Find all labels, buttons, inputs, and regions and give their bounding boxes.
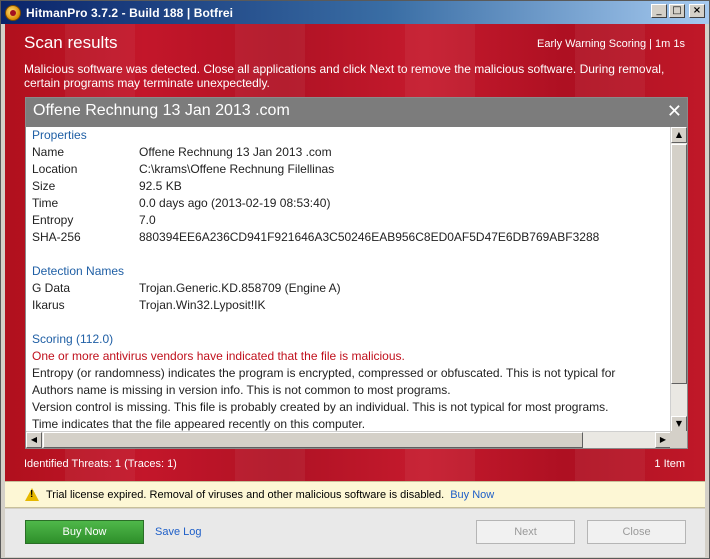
scroll-right-icon[interactable]: ▶	[655, 432, 671, 448]
property-value: 880394EE6A236CD941F921646A3C50246EAB956C…	[139, 230, 600, 244]
maximize-button[interactable]: □	[669, 4, 685, 18]
window-controls: _ □ ×	[651, 4, 705, 18]
scoring-line: Entropy (or randomness) indicates the pr…	[32, 366, 616, 380]
scroll-up-icon[interactable]: ▲	[671, 127, 687, 143]
property-key: SHA-256	[32, 230, 81, 244]
close-icon[interactable]: ✕	[667, 101, 682, 122]
license-infobar: Trial license expired. Removal of viruse…	[5, 481, 705, 508]
vertical-scrollbar[interactable]: ▲ ▼	[670, 127, 687, 432]
window-close-button[interactable]: ×	[689, 4, 705, 18]
hitmanpro-logo-icon	[5, 4, 21, 21]
properties-heading: Properties	[32, 128, 87, 142]
threat-count: Identified Threats: 1 (Traces: 1)	[24, 458, 177, 470]
details-panel: Offene Rechnung 13 Jan 2013 .com ✕ Prope…	[25, 97, 688, 449]
property-row: Size 92.5 KB	[32, 178, 671, 195]
property-value: C:\krams\Offene Rechnung Filellinas	[139, 162, 335, 176]
scan-info: Early Warning Scoring | 1m 1s	[537, 38, 685, 50]
property-row: Time 0.0 days ago (2013-02-19 08:53:40)	[32, 195, 671, 212]
vertical-scroll-thumb[interactable]	[671, 144, 687, 384]
buy-now-link[interactable]: Buy Now	[450, 489, 494, 501]
property-value: Offene Rechnung 13 Jan 2013 .com	[139, 145, 332, 159]
panel-title: Offene Rechnung 13 Jan 2013 .com	[33, 102, 290, 119]
property-row: Location C:\krams\Offene Rechnung Filelli…	[32, 161, 671, 178]
property-key: Size	[32, 179, 56, 193]
item-count: 1 Item	[654, 458, 685, 470]
hitmanpro-window: HitmanPro 3.7.2 - Build 188 | Botfrei _ …	[0, 0, 710, 559]
save-log-link[interactable]: Save Log	[155, 526, 201, 538]
property-row: SHA-256 880394EE6A236CD941F921646A3C50246…	[32, 229, 671, 246]
property-key: Entropy	[32, 213, 74, 227]
property-key: Location	[32, 162, 78, 176]
scoring-line: Authors name is missing in version info.…	[32, 383, 451, 397]
property-value: 7.0	[139, 213, 156, 227]
scroll-left-icon[interactable]: ◀	[26, 432, 42, 448]
scoring-heading: Scoring (112.0)	[32, 332, 114, 346]
detection-row: G Data Trojan.Generic.KD.858709 (Engine A…	[32, 280, 671, 297]
detection-name: Trojan.Generic.KD.858709 (Engine A)	[139, 281, 341, 295]
malware-warning: Malicious software was detected. Close a…	[24, 62, 665, 90]
property-row: Name Offene Rechnung 13 Jan 2013 .com	[32, 144, 671, 161]
detection-name: Trojan.Win32.Lyposit!IK	[139, 298, 266, 312]
horizontal-scroll-thumb[interactable]	[43, 432, 583, 448]
close-button[interactable]: Close	[587, 520, 686, 544]
warning-icon	[25, 488, 39, 501]
minimize-button[interactable]: _	[651, 4, 667, 18]
property-key: Time	[32, 196, 59, 210]
next-button[interactable]: Next	[476, 520, 575, 544]
scrollbar-corner	[670, 431, 687, 448]
detection-heading: Detection Names	[32, 264, 125, 278]
vendor-name: Ikarus	[32, 298, 65, 312]
details-content: Properties Name Offene Rechnung 13 Jan 20…	[26, 127, 671, 432]
scoring-alert: One or more antivirus vendors have indic…	[32, 349, 405, 363]
property-value: 0.0 days ago (2013-02-19 08:53:40)	[139, 196, 331, 210]
property-value: 92.5 KB	[139, 179, 182, 193]
property-row: Entropy 7.0	[32, 212, 671, 229]
panel-header: Offene Rechnung 13 Jan 2013 .com ✕	[26, 98, 687, 127]
vendor-name: G Data	[32, 281, 71, 295]
bottom-bar: Buy Now Save Log Next Close	[5, 509, 705, 557]
scroll-down-icon[interactable]: ▼	[671, 416, 687, 432]
license-message: Trial license expired. Removal of viruse…	[46, 488, 445, 501]
page-title: Scan results	[24, 33, 118, 52]
title-bar[interactable]: HitmanPro 3.7.2 - Build 188 | Botfrei _ …	[1, 1, 709, 24]
scoring-line: Version control is missing. This file is…	[32, 400, 609, 414]
property-key: Name	[32, 145, 65, 159]
buy-now-button[interactable]: Buy Now	[25, 520, 144, 544]
main-area: Scan results Early Warning Scoring | 1m …	[5, 24, 705, 481]
window-title: HitmanPro 3.7.2 - Build 188 | Botfrei	[26, 5, 234, 20]
detection-row: Ikarus Trojan.Win32.Lyposit!IK	[32, 297, 671, 314]
horizontal-scrollbar[interactable]: ◀ ▶	[26, 431, 671, 448]
scoring-line: Time indicates that the file appeared re…	[32, 417, 366, 431]
